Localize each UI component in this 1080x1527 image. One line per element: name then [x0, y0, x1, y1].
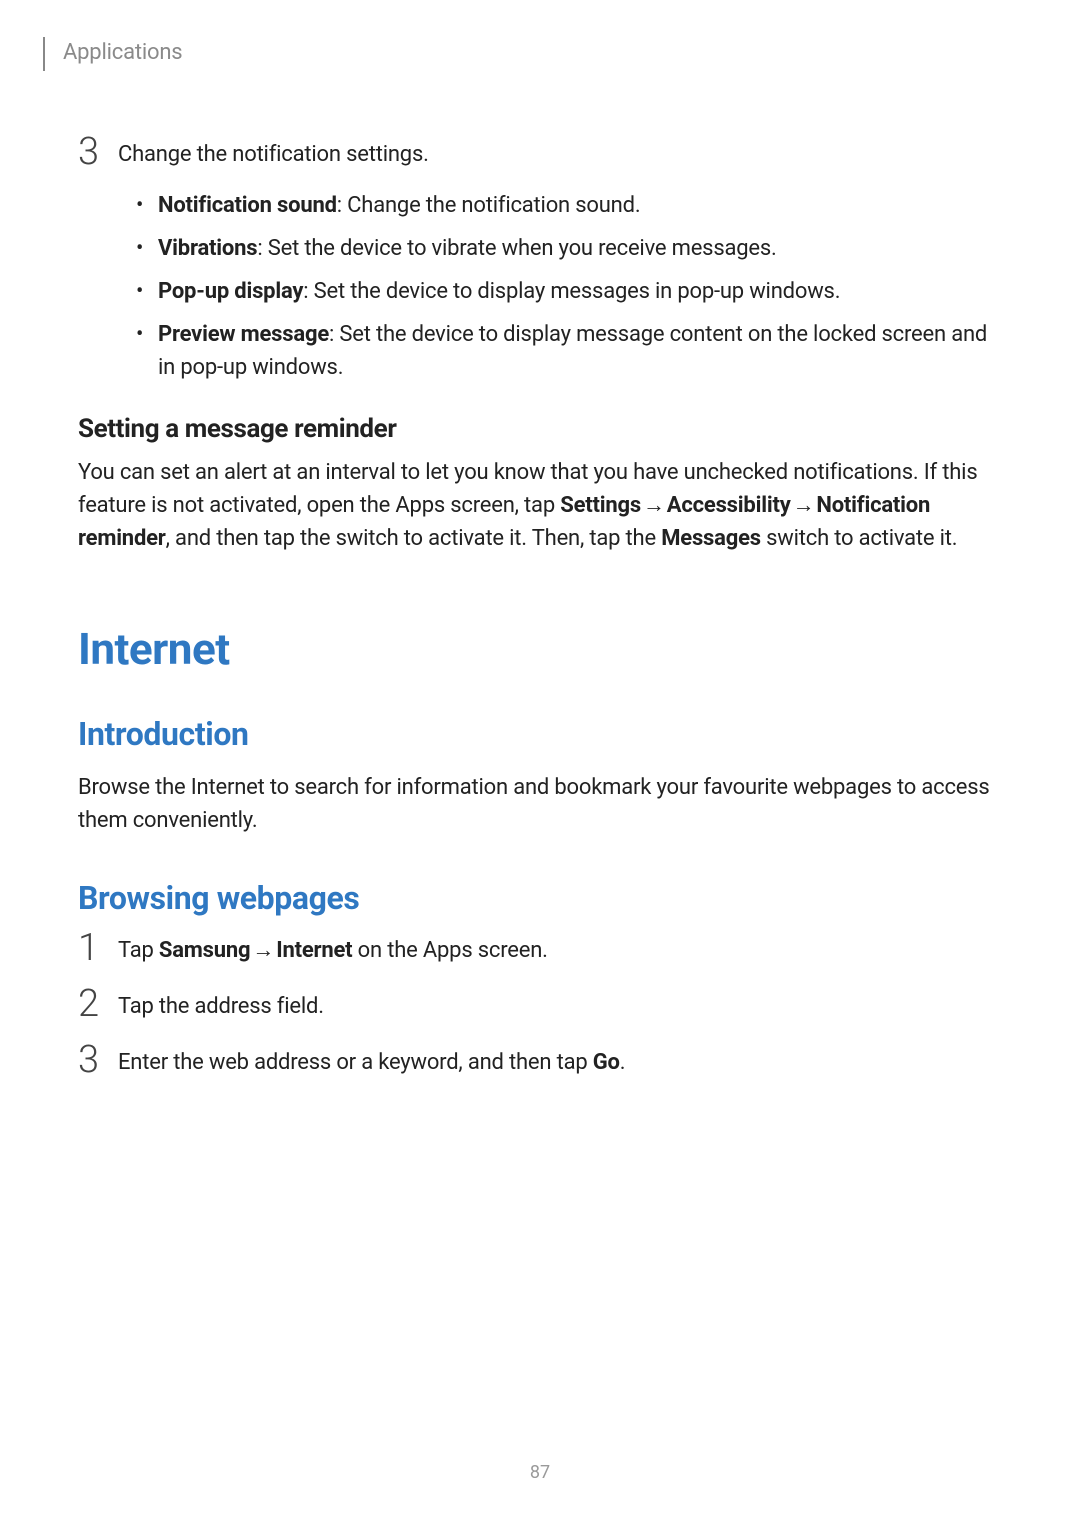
step-text: Tap the address field. — [118, 991, 324, 1023]
text-run: . — [620, 1050, 626, 1075]
step-number: 1 — [78, 929, 118, 967]
browsing-steps: 1 Tap Samsung → Internet on the Apps scr… — [78, 935, 1002, 1079]
reminder-paragraph: You can set an alert at an interval to l… — [78, 456, 1002, 555]
step-1: 1 Tap Samsung → Internet on the Apps scr… — [78, 935, 1002, 967]
step-number: 3 — [78, 1041, 118, 1079]
step-3b: 3 Enter the web address or a keyword, an… — [78, 1047, 1002, 1079]
option-label: Pop-up display — [158, 279, 303, 304]
step-text: Enter the web address or a keyword, and … — [118, 1047, 625, 1079]
list-item: Preview message: Set the device to displ… — [130, 318, 1002, 384]
document-page: Applications 3 Change the notification s… — [0, 0, 1080, 1079]
bold-accessibility: Accessibility — [667, 493, 791, 518]
step-2: 2 Tap the address field. — [78, 991, 1002, 1023]
step-text: Tap Samsung → Internet on the Apps scree… — [118, 935, 548, 967]
step-number: 3 — [78, 133, 118, 171]
option-desc: : Set the device to vibrate when you rec… — [257, 236, 776, 261]
text-run: switch to activate it. — [761, 526, 958, 551]
arrow-icon: → — [641, 489, 667, 522]
heading-browsing: Browsing webpages — [78, 879, 1002, 917]
bold-go: Go — [593, 1050, 620, 1075]
text-run: on the Apps screen. — [352, 938, 547, 963]
heading-internet: Internet — [78, 623, 1002, 675]
subheading-reminder: Setting a message reminder — [78, 414, 1002, 444]
heading-introduction: Introduction — [78, 715, 1002, 753]
arrow-icon: → — [250, 935, 276, 967]
bold-internet: Internet — [276, 938, 352, 963]
breadcrumb: Applications — [43, 35, 1002, 69]
page-number: 87 — [0, 1462, 1080, 1483]
list-item: Vibrations: Set the device to vibrate wh… — [130, 232, 1002, 265]
intro-paragraph: Browse the Internet to search for inform… — [78, 771, 1002, 837]
option-desc: : Set the device to display messages in … — [303, 279, 840, 304]
text-run: , and then tap the switch to activate it… — [166, 526, 662, 551]
text-run: Tap — [118, 938, 159, 963]
option-label: Notification sound — [158, 193, 337, 218]
notification-settings-list: Notification sound: Change the notificat… — [130, 189, 1002, 384]
option-label: Preview message — [158, 322, 329, 347]
step-3: 3 Change the notification settings. — [78, 139, 1002, 171]
option-desc: : Change the notification sound. — [337, 193, 641, 218]
step-number: 2 — [78, 985, 118, 1023]
list-item: Pop-up display: Set the device to displa… — [130, 275, 1002, 308]
breadcrumb-text: Applications — [63, 40, 182, 65]
option-label: Vibrations — [158, 236, 257, 261]
text-run: Enter the web address or a keyword, and … — [118, 1050, 593, 1075]
list-item: Notification sound: Change the notificat… — [130, 189, 1002, 222]
bold-messages: Messages — [661, 526, 761, 551]
arrow-icon: → — [791, 489, 817, 522]
bold-settings: Settings — [560, 493, 641, 518]
step-text: Change the notification settings. — [118, 139, 429, 171]
breadcrumb-bar-icon — [43, 37, 45, 71]
bold-samsung: Samsung — [159, 938, 251, 963]
